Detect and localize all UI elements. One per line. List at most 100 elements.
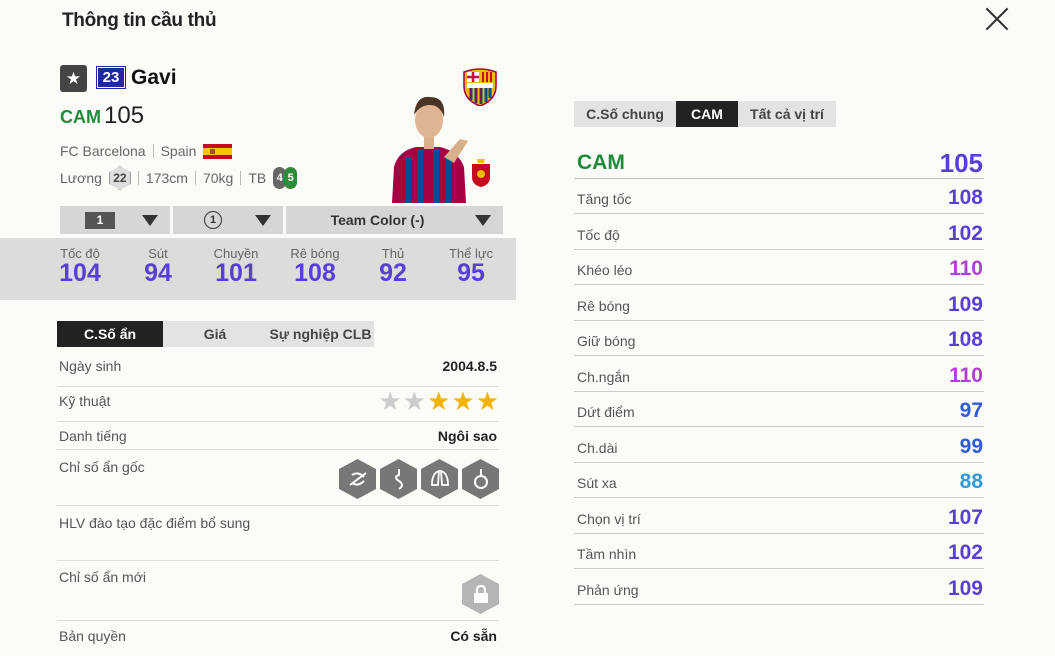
- spain-federation-logo: [472, 159, 490, 187]
- stat-row: Tầm nhìn 102: [574, 540, 984, 569]
- nation-name: Spain: [160, 143, 197, 159]
- stat-label: Tăng tốc: [577, 191, 632, 207]
- summary-stat: Sút 94: [144, 246, 172, 287]
- chevron-down-icon: [475, 215, 491, 226]
- stat-value: 107: [947, 505, 983, 529]
- summary-stat: Rê bóng 108: [290, 246, 340, 287]
- stat-row: Tăng tốc 108: [574, 185, 984, 214]
- tab-all-positions[interactable]: Tất cả vị trí: [738, 101, 836, 127]
- stat-label: Tầm nhìn: [577, 546, 637, 562]
- stat-label: Tốc độ: [577, 226, 620, 243]
- tab-general[interactable]: C.Số chung: [574, 101, 676, 127]
- star-filled-icon: ★: [475, 386, 499, 416]
- stat-value: 110: [949, 257, 983, 280]
- stat-tabs: C.Số chung CAM Tất cả vị trí: [574, 101, 836, 127]
- club-name: FC Barcelona: [60, 143, 146, 159]
- stat-row: Phản ứng 109: [574, 576, 984, 605]
- player-ovr: 105: [104, 102, 145, 129]
- stat-label: Dứt điểm: [577, 404, 635, 420]
- stat-label: Sút xa: [577, 475, 617, 491]
- salary-label: Lương: [60, 170, 102, 186]
- stat-row: Ch.ngắn 110: [574, 363, 984, 392]
- stat-value: 108: [947, 328, 983, 351]
- stat-value: 110: [949, 363, 983, 387]
- stat-row: Rê bóng 109: [574, 292, 984, 321]
- star-icon: ★: [60, 65, 87, 92]
- stat-label: Rê bóng: [577, 297, 630, 314]
- season-badge: 23: [96, 66, 126, 89]
- lock-icon[interactable]: [462, 574, 499, 614]
- star-empty-icon: ★: [402, 386, 427, 416]
- selector-bar: 1 1 Team Color (-): [60, 206, 503, 234]
- stat-row: Giữ bóng 108: [574, 327, 984, 356]
- chevron-down-icon: [255, 215, 271, 226]
- stat-label: Khéo léo: [577, 262, 633, 278]
- agile-trait-icon[interactable]: [380, 459, 417, 499]
- skill-stars: ★ ★ ★ ★ ★: [378, 388, 499, 414]
- page-title: Thông tin cầu thủ: [62, 10, 217, 31]
- info-row-skill: Kỹ thuật ★ ★ ★ ★ ★: [57, 388, 499, 422]
- fc-barcelona-logo: [463, 68, 497, 106]
- summary-stat: Thể lực 95: [448, 246, 494, 287]
- info-row-new-traits: Chỉ số ẩn mới: [57, 569, 499, 621]
- info-tabs: C.Số ẩn Giá Sự nghiệp CLB: [57, 321, 374, 347]
- info-row-fame: Danh tiếng Ngôi sao: [57, 428, 499, 450]
- player-portrait: [392, 96, 468, 203]
- info-row-birth: Ngày sinh 2004.8.5: [57, 358, 499, 387]
- circle-value: 1: [204, 211, 222, 229]
- salary-badge: 22: [108, 166, 131, 190]
- strong-foot: 5: [284, 167, 298, 189]
- summary-stat: Thủ 92: [379, 246, 407, 287]
- stat-value: 109: [947, 576, 983, 600]
- info-row-license: Bản quyền Có sẵn: [59, 628, 497, 644]
- tab-cam[interactable]: CAM: [676, 101, 738, 127]
- stat-label: Chọn vị trí: [577, 510, 641, 527]
- stat-value: 88: [959, 470, 983, 493]
- info-row-coach: HLV đào tạo đặc điểm bổ sung: [57, 515, 499, 561]
- tab-club-career[interactable]: Sự nghiệp CLB: [267, 321, 374, 347]
- stat-value: 99: [959, 434, 983, 458]
- circle-select[interactable]: 1: [173, 206, 283, 234]
- stat-value: 97: [959, 399, 983, 422]
- stat-row: Dứt điểm 97: [574, 398, 984, 427]
- team-color-select[interactable]: Team Color (-): [286, 206, 503, 234]
- stat-row: Tốc độ 102: [574, 221, 984, 250]
- tab-hidden-stats[interactable]: C.Số ẩn: [57, 321, 163, 347]
- stat-row: Ch.dài 99: [574, 434, 984, 463]
- player-position: CAM: [60, 107, 101, 127]
- stat-label: Giữ bóng: [577, 333, 636, 349]
- stat-value: 108: [947, 186, 983, 209]
- info-row-traits: Chỉ số ẩn gốc: [57, 459, 499, 506]
- close-icon[interactable]: [982, 4, 1012, 34]
- club-nation-line: FC Barcelona Spain: [60, 143, 233, 159]
- stat-header: CAM 105: [574, 148, 984, 179]
- stamina-trait-icon[interactable]: [421, 459, 458, 499]
- stat-label: Ch.ngắn: [577, 368, 630, 385]
- body-type: TB: [248, 170, 267, 186]
- chevron-down-icon: [142, 215, 158, 226]
- level-select[interactable]: 1: [60, 206, 170, 234]
- tab-price[interactable]: Giá: [163, 321, 267, 347]
- position-ovr: CAM 105: [60, 102, 144, 130]
- stat-row: Chọn vị trí 107: [574, 505, 984, 534]
- stat-label: Ch.dài: [577, 439, 618, 456]
- summary-stat: Tốc độ 104: [59, 246, 101, 287]
- dribble-trait-icon[interactable]: [339, 459, 376, 499]
- stat-value: 109: [947, 292, 983, 316]
- summary-stat: Chuyền 101: [213, 246, 259, 287]
- height: 173cm: [145, 170, 188, 186]
- stat-label: Phản ứng: [577, 581, 639, 598]
- foot-badge: 45: [273, 167, 298, 189]
- spain-flag-icon: [203, 143, 233, 159]
- stat-row: Sút xa 88: [574, 469, 984, 498]
- summary-stats: Tốc độ 104 Sút 94 Chuyền 101 Rê bóng 108 Thủ…: [0, 238, 516, 300]
- physical-info-line: Lương 22 173cm 70kg TB 45: [60, 166, 298, 190]
- weight: 70kg: [202, 170, 234, 186]
- star-filled-icon: ★: [427, 386, 451, 416]
- star-filled-icon: ★: [451, 386, 475, 416]
- level-value: 1: [85, 211, 115, 229]
- ball-control-trait-icon[interactable]: [462, 459, 499, 499]
- stat-value: 102: [947, 221, 983, 245]
- star-empty-icon: ★: [378, 386, 402, 416]
- stat-row: Khéo léo 110: [574, 256, 984, 285]
